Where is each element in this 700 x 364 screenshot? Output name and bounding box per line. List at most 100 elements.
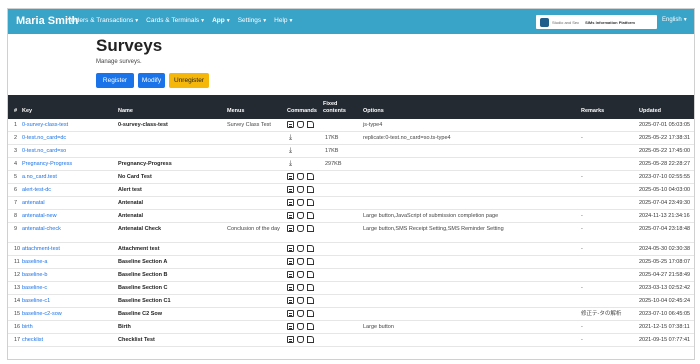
table-row[interactable]: 4 Pregnancy-Progress Pregnancy-Progress 297…: [8, 158, 694, 171]
row-key-link[interactable]: baseline-c2-sow: [22, 311, 62, 318]
language-selector[interactable]: English▼: [662, 17, 688, 23]
edit-icon[interactable]: [287, 212, 294, 219]
copy-icon[interactable]: [297, 323, 304, 330]
row-key-link[interactable]: Pregnancy-Progress: [22, 161, 72, 168]
table-row[interactable]: 13 baseline-c Baseline Section C - 2023-03-1…: [8, 282, 694, 295]
edit-icon[interactable]: [287, 121, 294, 128]
row-key-link[interactable]: 0-test.no_card=dc: [22, 135, 66, 142]
edit-icon[interactable]: [287, 310, 294, 317]
export-file-icon[interactable]: [307, 121, 314, 128]
header-options[interactable]: Options: [363, 108, 384, 115]
row-key-link[interactable]: checklist: [22, 337, 43, 344]
row-key-link[interactable]: antenatal-new: [22, 213, 57, 220]
row-key-link[interactable]: attachment-test: [22, 246, 60, 253]
export-file-icon[interactable]: [307, 199, 314, 206]
copy-icon[interactable]: [297, 173, 304, 180]
copy-icon[interactable]: [297, 245, 304, 252]
page-title: Surveys: [96, 36, 163, 55]
export-file-icon[interactable]: [307, 284, 314, 291]
edit-icon[interactable]: [287, 297, 294, 304]
row-key-link[interactable]: antenatal: [22, 200, 45, 207]
table-row[interactable]: 11 baseline-a Baseline Section A 2025-05-25…: [8, 256, 694, 269]
table-row[interactable]: 12 baseline-b Baseline Section B 2025-04-27…: [8, 269, 694, 282]
copy-icon[interactable]: [297, 297, 304, 304]
edit-icon[interactable]: [287, 225, 294, 232]
export-file-icon[interactable]: [307, 297, 314, 304]
header-name[interactable]: Name: [118, 108, 133, 115]
copy-icon[interactable]: [297, 271, 304, 278]
row-key-link[interactable]: birth: [22, 324, 33, 331]
edit-icon[interactable]: [287, 258, 294, 265]
export-file-icon[interactable]: [307, 225, 314, 232]
export-file-icon[interactable]: [307, 258, 314, 265]
table-row[interactable]: 6 alert-test-dc Alert test 2025-05-10 04:03…: [8, 184, 694, 197]
nav-label: App: [212, 17, 225, 24]
edit-icon[interactable]: [287, 284, 294, 291]
table-row[interactable]: 5 a.no_card.test No Card Test - 2023-07-10 0…: [8, 171, 694, 184]
download-icon[interactable]: ⤓: [287, 147, 294, 154]
edit-icon[interactable]: [287, 323, 294, 330]
edit-icon[interactable]: [287, 336, 294, 343]
export-file-icon[interactable]: [307, 212, 314, 219]
export-file-icon[interactable]: [307, 323, 314, 330]
row-key-link[interactable]: baseline-a: [22, 259, 47, 266]
export-file-icon[interactable]: [307, 245, 314, 252]
edit-icon[interactable]: [287, 173, 294, 180]
nav-cards-terminals[interactable]: Cards & Terminals▼: [146, 17, 205, 24]
copy-icon[interactable]: [297, 258, 304, 265]
header-menus[interactable]: Menus: [227, 108, 244, 115]
table-row[interactable]: 10 attachment-test Attachment test - 2024-05…: [8, 243, 694, 256]
table-row[interactable]: 8 antenatal-new Antenatal Large button,Java…: [8, 210, 694, 223]
export-file-icon[interactable]: [307, 310, 314, 317]
header-commands: Commands: [287, 108, 317, 114]
edit-icon[interactable]: [287, 271, 294, 278]
edit-icon[interactable]: [287, 245, 294, 252]
unregister-button[interactable]: Unregister: [169, 73, 209, 88]
nav-help[interactable]: Help▼: [274, 17, 293, 24]
export-file-icon[interactable]: [307, 271, 314, 278]
table-row[interactable]: 16 birth Birth Large button - 2021-12-15 07:3…: [8, 321, 694, 334]
table-row[interactable]: 1 0-survey-class-test 0-survey-class-test S…: [8, 119, 694, 132]
header-remarks[interactable]: Remarks: [581, 108, 604, 115]
download-icon[interactable]: ⤓: [287, 160, 294, 167]
table-row[interactable]: 2 0-test.no_card=dc 17KB replicate:0-test.n…: [8, 132, 694, 145]
copy-icon[interactable]: [297, 199, 304, 206]
row-key-link[interactable]: antenatal-check: [22, 226, 61, 233]
row-remarks: -: [581, 226, 583, 232]
table-row[interactable]: 7 antenatal Antenatal 2025-07-04 23:49:30: [8, 197, 694, 210]
row-key-link[interactable]: baseline-b: [22, 272, 47, 279]
table-row[interactable]: 3 0-test.no_card=so 17KB 2025-05-22 17:45:0…: [8, 145, 694, 158]
header-key[interactable]: Key: [22, 108, 32, 115]
edit-icon[interactable]: [287, 199, 294, 206]
copy-icon[interactable]: [297, 212, 304, 219]
row-key-link[interactable]: baseline-c1: [22, 298, 50, 305]
export-file-icon[interactable]: [307, 186, 314, 193]
nav-holders-transactions[interactable]: Holders & Transactions▼: [66, 17, 139, 24]
logo-icon: [540, 17, 549, 27]
copy-icon[interactable]: [297, 310, 304, 317]
table-row[interactable]: 15 baseline-c2-sow Baseline C2 Sow 修正テ-タの解析…: [8, 308, 694, 321]
header-updated[interactable]: Updated: [639, 108, 661, 115]
copy-icon[interactable]: [297, 121, 304, 128]
row-number: 13: [14, 285, 21, 291]
table-row[interactable]: 17 checklist Checklist Test - 2021-09-15 07:…: [8, 334, 694, 347]
nav-settings[interactable]: Settings▼: [238, 17, 267, 24]
export-file-icon[interactable]: [307, 173, 314, 180]
register-button[interactable]: Register: [96, 73, 134, 88]
download-icon[interactable]: ⤓: [287, 134, 294, 141]
row-key-link[interactable]: a.no_card.test: [22, 174, 57, 181]
row-key-link[interactable]: alert-test-dc: [22, 187, 51, 194]
modify-button[interactable]: Modify: [138, 73, 165, 88]
copy-icon[interactable]: [297, 284, 304, 291]
copy-icon[interactable]: [297, 186, 304, 193]
export-file-icon[interactable]: [307, 336, 314, 343]
table-row[interactable]: 14 baseline-c1 Baseline Section C1 2025-10-…: [8, 295, 694, 308]
nav-app[interactable]: App▼: [212, 17, 231, 24]
copy-icon[interactable]: [297, 225, 304, 232]
edit-icon[interactable]: [287, 186, 294, 193]
row-key-link[interactable]: 0-test.no_card=so: [22, 148, 66, 155]
copy-icon[interactable]: [297, 336, 304, 343]
row-key-link[interactable]: 0-survey-class-test: [22, 122, 68, 129]
table-row[interactable]: 9 antenatal-check Antenatal Check Conclusio…: [8, 223, 694, 243]
row-key-link[interactable]: baseline-c: [22, 285, 47, 292]
